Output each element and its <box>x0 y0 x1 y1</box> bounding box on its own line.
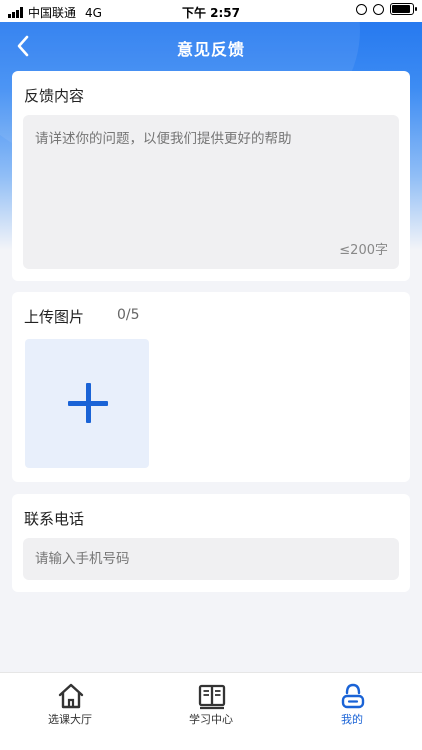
contact-title: 联系电话 <box>24 510 85 528</box>
tab-label: 我的 <box>341 713 363 726</box>
tab-bar: 选课大厅 学习中心 我的 <box>0 672 422 750</box>
feedback-title: 反馈内容 <box>24 87 85 105</box>
tab-mine[interactable]: 我的 <box>282 673 422 733</box>
alarm-icon <box>373 3 384 15</box>
upload-card: 上传图片 0/5 <box>12 292 410 482</box>
profile-icon <box>341 683 365 709</box>
phone-input[interactable] <box>23 538 399 580</box>
upload-count: 0/5 <box>117 307 140 323</box>
tab-label: 选课大厅 <box>48 713 92 726</box>
add-image-button[interactable] <box>25 339 149 468</box>
status-bar: 中国联通 4G 下午 2:57 <box>0 0 422 22</box>
tab-course-hall[interactable]: 选课大厅 <box>0 673 140 733</box>
status-right <box>356 3 417 15</box>
contact-card: 联系电话 <box>12 494 410 592</box>
rotation-lock-icon <box>356 3 367 15</box>
tab-label: 学习中心 <box>189 713 233 726</box>
tab-study-center[interactable]: 学习中心 <box>141 673 281 733</box>
upload-title: 上传图片 <box>24 308 85 326</box>
home-icon <box>58 683 84 709</box>
char-limit: ≤200字 <box>339 243 388 258</box>
nav-bar: 意见反馈 <box>0 22 422 72</box>
book-icon <box>198 684 226 710</box>
feedback-card: 反馈内容 ≤200字 <box>12 71 410 281</box>
battery-icon <box>390 3 417 15</box>
page-title: 意见反馈 <box>176 40 245 59</box>
